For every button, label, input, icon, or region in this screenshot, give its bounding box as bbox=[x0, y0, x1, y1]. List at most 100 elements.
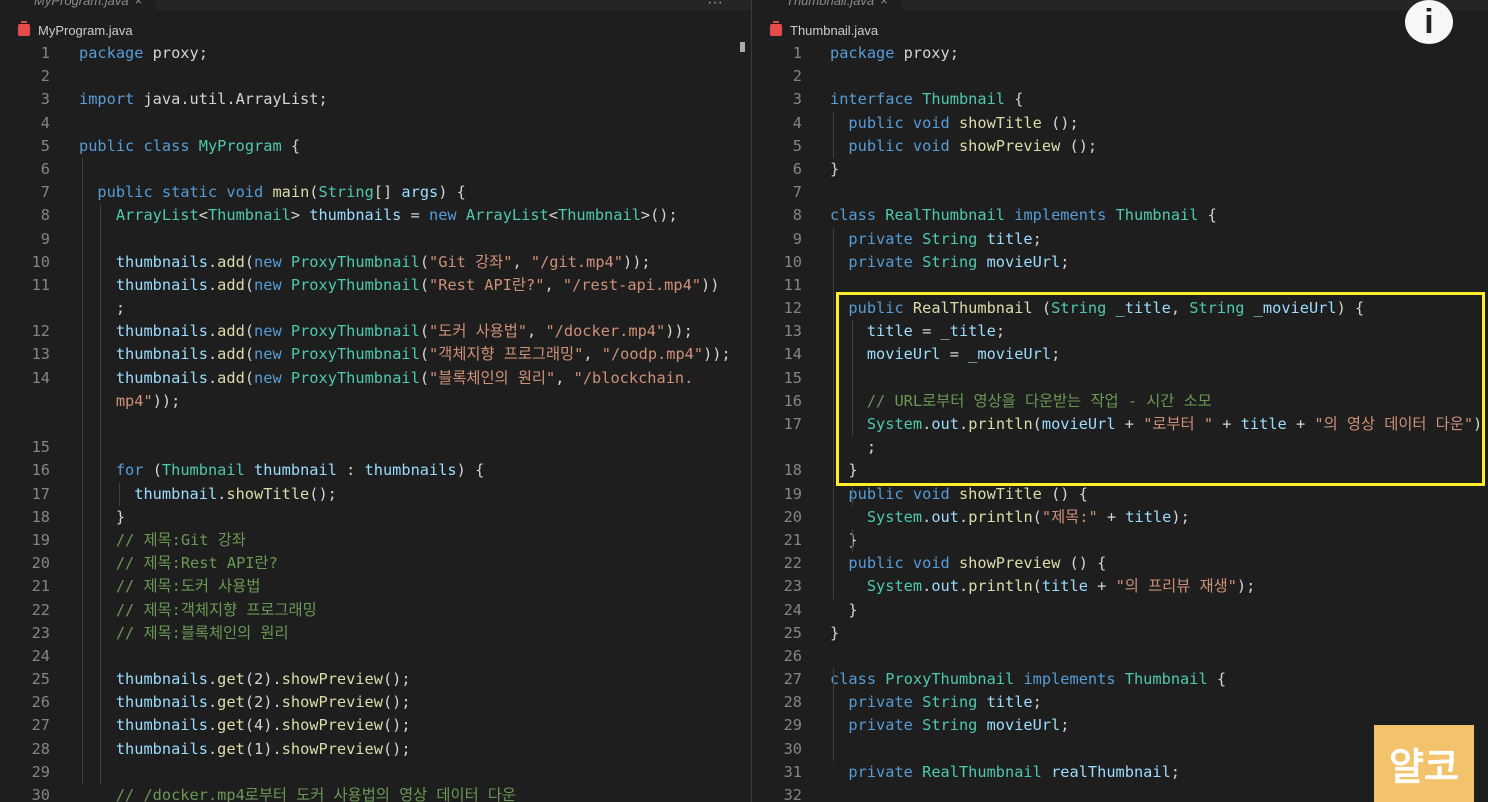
code-line[interactable]: 12 thumbnails.add(new ProxyThumbnail("도커… bbox=[0, 320, 751, 344]
code-line[interactable]: 16 // URL로부터 영상을 다운받는 작업 - 시간 소모 bbox=[752, 389, 1488, 413]
code-line[interactable]: 28 thumbnails.get(1).showPreview(); bbox=[0, 737, 751, 761]
close-icon[interactable]: × bbox=[880, 0, 888, 8]
more-actions-icon[interactable]: ··· bbox=[707, 0, 723, 12]
code-line[interactable]: 8 ArrayList<Thumbnail> thumbnails = new … bbox=[0, 204, 751, 228]
editor-left[interactable]: MyProgram.java × ··· MyProgram.java 1 pack… bbox=[0, 0, 751, 802]
indent-guide bbox=[82, 668, 83, 692]
code-line[interactable]: 5 public class MyProgram { bbox=[0, 135, 751, 158]
code-line[interactable]: 25} bbox=[752, 622, 1488, 645]
line-number: 31 bbox=[783, 762, 802, 781]
code-line[interactable]: 22 // 제목:객체지향 프로그래밍 bbox=[0, 598, 751, 622]
close-icon[interactable]: × bbox=[135, 0, 143, 8]
line-text: package proxy; bbox=[79, 42, 208, 65]
code-line[interactable]: 6} bbox=[752, 158, 1488, 181]
code-line[interactable]: 3 interface Thumbnail { bbox=[752, 88, 1488, 111]
code-token: title bbox=[986, 693, 1033, 712]
code-line[interactable]: 10 thumbnails.add(new ProxyThumbnail("Gi… bbox=[0, 250, 751, 274]
code-line[interactable]: 1 package proxy; bbox=[752, 42, 1488, 65]
code-line[interactable]: 2 bbox=[0, 65, 751, 88]
code-line[interactable] bbox=[0, 413, 751, 437]
code-line[interactable]: 23 System.out.println(title + "의 프리뷰 재생"… bbox=[752, 575, 1488, 599]
code-line[interactable]: 17 System.out.println(movieUrl + "로부터 " … bbox=[752, 413, 1488, 437]
code-token: "/git.mp4" bbox=[530, 252, 623, 271]
code-line[interactable]: 14 movieUrl = _movieUrl; bbox=[752, 343, 1488, 367]
code-line[interactable]: 7 bbox=[752, 181, 1488, 204]
line-number: 12 bbox=[31, 322, 50, 341]
code-line[interactable]: 25 thumbnails.get(2).showPreview(); bbox=[0, 668, 751, 692]
line-number: 20 bbox=[783, 507, 802, 526]
indent-guide bbox=[833, 111, 834, 135]
code-line[interactable]: 13 title = _title; bbox=[752, 320, 1488, 344]
tab-myprogram[interactable]: MyProgram.java × bbox=[0, 0, 157, 10]
breadcrumb[interactable]: Thumbnail.java bbox=[770, 21, 878, 41]
code-line[interactable]: 21 // 제목:도커 사용법 bbox=[0, 575, 751, 599]
code-line[interactable]: 1 package proxy; bbox=[0, 42, 751, 65]
code-line[interactable]: 17 thumbnail.showTitle(); bbox=[0, 482, 751, 506]
code-line[interactable]: 11 bbox=[752, 273, 1488, 298]
code-token: System bbox=[866, 507, 923, 526]
code-line[interactable]: ; bbox=[752, 436, 1488, 460]
code-line[interactable]: 26 bbox=[752, 645, 1488, 668]
code-token: )); bbox=[703, 345, 731, 364]
code-line[interactable]: 24 } bbox=[752, 599, 1488, 622]
code-line[interactable]: 27 thumbnails.get(4).showPreview(); bbox=[0, 714, 751, 738]
editor-right[interactable]: Thumbnail.java × Thumbnail.java 1 package … bbox=[752, 0, 1488, 802]
code-line[interactable]: 4 public void showTitle (); bbox=[752, 111, 1488, 135]
code-line[interactable]: 21 } bbox=[752, 528, 1488, 553]
indent-guide bbox=[100, 459, 101, 483]
breadcrumb[interactable]: MyProgram.java bbox=[18, 21, 133, 41]
code-line[interactable]: 7 public static void main(String[] args)… bbox=[0, 181, 751, 205]
code-line[interactable]: 18 } bbox=[752, 459, 1488, 483]
code-line[interactable]: 23 // 제목:블록체인의 원리 bbox=[0, 621, 751, 645]
code-line[interactable]: 28 private String title; bbox=[752, 691, 1488, 715]
line-number: 26 bbox=[783, 646, 802, 665]
code-line[interactable]: 20 System.out.println("제목:" + title); bbox=[752, 505, 1488, 529]
indent-guide bbox=[82, 204, 83, 228]
indent-guide bbox=[82, 691, 83, 715]
code-line[interactable]: 15 bbox=[0, 436, 751, 460]
code-token: )); bbox=[665, 322, 693, 341]
code-line[interactable]: 19 public void showTitle () { bbox=[752, 482, 1488, 506]
code-line[interactable]: 26 thumbnails.get(2).showPreview(); bbox=[0, 691, 751, 715]
code-line[interactable]: 27 class ProxyThumbnail implements Thumbn… bbox=[752, 668, 1488, 692]
code-area[interactable]: 1 package proxy; 2 3 interface Thumbnail {4 … bbox=[752, 42, 1488, 802]
code-line[interactable]: 30 // /docker.mp4로부터 도커 사용법의 영상 데이터 다운 bbox=[0, 784, 751, 802]
code-line[interactable]: 20 // 제목:Rest API란? bbox=[0, 552, 751, 576]
line-text: public static void main(String[] args) { bbox=[79, 181, 465, 204]
code-line[interactable]: 9 private String title; bbox=[752, 227, 1488, 251]
code-line[interactable]: 19 // 제목:Git 강좌 bbox=[0, 528, 751, 553]
line-number: 1 bbox=[40, 44, 50, 62]
code-line[interactable]: 5 public void showPreview (); bbox=[752, 134, 1488, 158]
code-line[interactable]: 18 } bbox=[0, 505, 751, 529]
code-line[interactable]: 3 import java.util.ArrayList; bbox=[0, 88, 751, 111]
code-line[interactable]: ; bbox=[0, 297, 751, 321]
code-line[interactable]: 16 for (Thumbnail thumbnail : thumbnails… bbox=[0, 459, 751, 483]
line-text: public void showPreview (); bbox=[830, 135, 1097, 158]
code-line[interactable]: 4 bbox=[0, 112, 751, 135]
code-line[interactable]: 13 thumbnails.add(new ProxyThumbnail("객체… bbox=[0, 343, 751, 367]
code-token: package bbox=[79, 44, 144, 62]
code-line[interactable]: 2 bbox=[752, 65, 1488, 88]
code-line[interactable]: 22 public void showPreview () { bbox=[752, 552, 1488, 576]
code-line[interactable]: 8 class RealThumbnail implements Thumbnai… bbox=[752, 204, 1488, 227]
code-line[interactable]: 9 bbox=[0, 227, 751, 251]
code-token: private bbox=[848, 716, 913, 735]
tab-thumbnail[interactable]: Thumbnail.java × bbox=[752, 0, 902, 10]
code-token: . bbox=[958, 507, 969, 526]
code-line[interactable]: 10 private String movieUrl; bbox=[752, 250, 1488, 274]
code-line[interactable]: 29 bbox=[0, 760, 751, 784]
scrollbar-thumb[interactable] bbox=[740, 42, 745, 52]
code-line[interactable]: 6 bbox=[0, 157, 751, 182]
code-line[interactable]: 11 thumbnails.add(new ProxyThumbnail("Re… bbox=[0, 273, 751, 298]
code-line[interactable]: 12 public RealThumbnail (String _title, … bbox=[752, 297, 1488, 321]
code-line[interactable]: 14 thumbnails.add(new ProxyThumbnail("블록… bbox=[0, 366, 751, 390]
code-line[interactable]: 15 bbox=[752, 366, 1488, 390]
info-icon[interactable]: i bbox=[1405, 0, 1453, 44]
code-token: . bbox=[207, 739, 218, 758]
code-line[interactable]: mp4")); bbox=[0, 389, 751, 413]
code-line[interactable]: 24 bbox=[0, 644, 751, 669]
code-area[interactable]: 1 package proxy; 2 3 import java.util.ArrayL… bbox=[0, 42, 751, 802]
